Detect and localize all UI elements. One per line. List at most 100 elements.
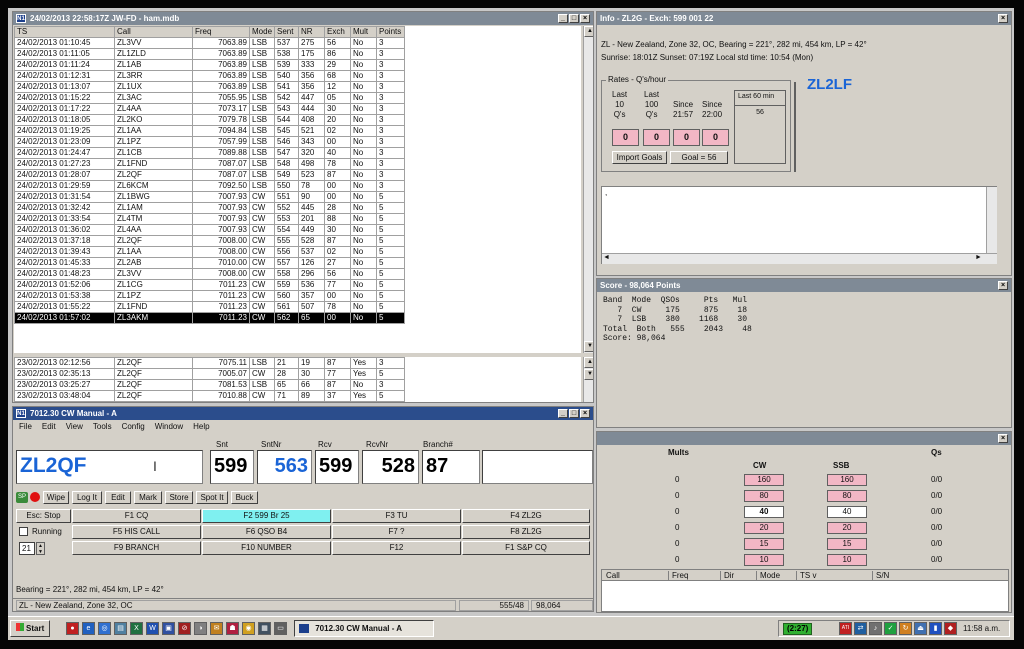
table-row[interactable]: 24/02/2013 01:53:38 ZL1PZ 7011.23 CW 560 357 0… <box>14 290 405 302</box>
spots-column-header[interactable]: TS v <box>796 571 816 580</box>
notes-hscroll[interactable]: ◄ ► <box>602 253 997 264</box>
ati-icon[interactable]: ATI <box>839 622 852 635</box>
close-icon[interactable]: × <box>998 434 1008 443</box>
log-window-titlebar[interactable]: N1 24/02/2013 22:58:17Z JW-FD - ham.mdb … <box>13 12 593 25</box>
dupe-grid[interactable]: 23/02/2013 02:12:56 ZL2QF 7075.11 LSB 21 19 87… <box>14 357 581 402</box>
maximize-icon[interactable]: □ <box>569 409 579 418</box>
f4-button[interactable]: F4 ZL2G <box>462 509 590 523</box>
column-header[interactable]: Sent <box>274 26 299 38</box>
menu-window[interactable]: Window <box>155 422 183 431</box>
close-icon[interactable]: × <box>580 14 590 23</box>
quicklaunch-icon-9[interactable]: ◑ <box>194 622 207 635</box>
table-row[interactable]: 24/02/2013 01:45:33 ZL2AB 7010.00 CW 557 126 2… <box>14 257 405 269</box>
quicklaunch-icon-1[interactable]: ● <box>66 622 79 635</box>
word-icon[interactable]: W <box>146 622 159 635</box>
table-row[interactable]: 24/02/2013 01:13:07 ZL1UX 7063.89 LSB 541 356… <box>14 81 405 93</box>
notes-textarea[interactable]: , ◄ ► <box>601 186 997 264</box>
menu-file[interactable]: File <box>19 422 32 431</box>
speed-spinner-icon[interactable]: ▲ ▼ <box>36 542 45 555</box>
sntnr-input[interactable]: 563 <box>257 450 312 484</box>
table-row[interactable]: 24/02/2013 01:27:23 ZL1FND 7087.07 LSB 548 49… <box>14 158 405 170</box>
minimize-icon[interactable]: _ <box>558 14 568 23</box>
mults-window-titlebar[interactable]: × <box>597 432 1011 445</box>
cw-band-box[interactable]: 160 <box>744 474 784 486</box>
table-row[interactable]: 24/02/2013 01:37:18 ZL2QF 7008.00 CW 555 528 8… <box>14 235 405 247</box>
scroll-right-icon[interactable]: ► <box>975 254 982 261</box>
table-row[interactable]: 24/02/2013 01:15:22 ZL3AC 7055.95 LSB 542 447… <box>14 92 405 104</box>
quicklaunch-icon-11[interactable]: ☗ <box>226 622 239 635</box>
tray-badge[interactable]: (2:27) <box>783 623 813 635</box>
wipe-button[interactable]: Wipe <box>43 491 69 504</box>
table-row[interactable]: 24/02/2013 01:12:31 ZL3RR 7063.89 LSB 540 356… <box>14 70 405 82</box>
rcv-input[interactable]: 599 <box>315 450 359 484</box>
speed-input[interactable]: 21 <box>19 542 35 555</box>
mark-button[interactable]: Mark <box>134 491 162 504</box>
cw-band-box[interactable]: 15 <box>744 538 784 550</box>
f12-button[interactable]: F12 <box>332 541 461 555</box>
branch-input[interactable]: 87 <box>422 450 480 484</box>
table-row[interactable]: 24/02/2013 01:11:05 ZL1ZLD 7063.89 LSB 538 17… <box>14 48 405 60</box>
f9-button[interactable]: F9 BRANCH <box>72 541 201 555</box>
table-row[interactable]: 24/02/2013 01:55:22 ZL1FND 7011.23 CW 561 507… <box>14 301 405 313</box>
update-icon[interactable]: ↻ <box>899 622 912 635</box>
ssb-band-box[interactable]: 20 <box>827 522 867 534</box>
table-row[interactable]: 24/02/2013 01:29:59 ZL6KCM 7092.50 LSB 550 78… <box>14 180 405 192</box>
menu-tools[interactable]: Tools <box>93 422 112 431</box>
spots-column-header[interactable]: Freq <box>668 571 688 580</box>
table-row[interactable]: 24/02/2013 01:31:54 ZL1BWG 7007.93 CW 551 90 0… <box>14 191 405 203</box>
cw-band-box[interactable]: 80 <box>744 490 784 502</box>
maximize-icon[interactable]: □ <box>569 14 579 23</box>
table-row[interactable]: 23/02/2013 03:25:27 ZL2QF 7081.53 LSB 65 66 87… <box>14 379 405 391</box>
column-header[interactable]: Points <box>376 26 405 38</box>
volume-icon[interactable]: ♪ <box>869 622 882 635</box>
quicklaunch-icon-8[interactable]: ⊘ <box>178 622 191 635</box>
table-row[interactable]: 23/02/2013 02:35:13 ZL2QF 7005.07 CW 28 30 77 Y… <box>14 368 405 380</box>
ssb-band-box[interactable]: 80 <box>827 490 867 502</box>
scroll-down-icon[interactable]: ▼ <box>584 341 593 352</box>
table-row[interactable]: 24/02/2013 01:10:45 ZL3VV 7063.89 LSB 537 275… <box>14 37 405 49</box>
buck-button[interactable]: Buck <box>231 491 258 504</box>
extra-input[interactable] <box>482 450 593 484</box>
table-row[interactable]: 24/02/2013 01:24:47 ZL1CB 7089.88 LSB 547 320… <box>14 147 405 159</box>
ssb-band-box[interactable]: 15 <box>827 538 867 550</box>
quicklaunch-icon-10[interactable]: ✉ <box>210 622 223 635</box>
close-icon[interactable]: × <box>998 281 1008 290</box>
spots-column-header[interactable]: S/N <box>872 571 889 580</box>
f6-button[interactable]: F6 QSO B4 <box>202 525 331 539</box>
quicklaunch-icon-7[interactable]: ▣ <box>162 622 175 635</box>
column-header[interactable]: NR <box>298 26 325 38</box>
cw-band-box[interactable]: 20 <box>744 522 784 534</box>
quicklaunch-icon-3[interactable]: ◎ <box>98 622 111 635</box>
start-button[interactable]: Start <box>10 620 50 637</box>
scroll-down-icon[interactable]: ▼ <box>584 369 593 380</box>
edit-button[interactable]: Edit <box>105 491 131 504</box>
rcvnr-input[interactable]: 528 <box>362 450 419 484</box>
running-checkbox[interactable] <box>19 527 28 536</box>
table-row[interactable]: 24/02/2013 01:19:25 ZL1AA 7094.84 LSB 545 521… <box>14 125 405 137</box>
table-row[interactable]: 24/02/2013 01:17:22 ZL4AA 7073.17 LSB 543 444… <box>14 103 405 115</box>
table-row[interactable]: 24/02/2013 01:57:02 ZL3AKM 7011.23 CW 562 65 0… <box>14 312 405 324</box>
spots-column-header[interactable]: Dir <box>720 571 734 580</box>
f2-button[interactable]: F2 599 Br 25 <box>202 509 331 523</box>
log-grid[interactable]: TS Call Freq Mode Sent NR Exch Mult Points 24/02/… <box>14 26 581 353</box>
snt-input[interactable]: 599 <box>210 450 254 484</box>
f3-button[interactable]: F3 TU <box>332 509 461 523</box>
table-row[interactable]: 24/02/2013 01:39:43 ZL1AA 7008.00 CW 556 537 0… <box>14 246 405 258</box>
f1-button[interactable]: F1 CQ <box>72 509 201 523</box>
column-header[interactable]: Mult <box>350 26 377 38</box>
quicklaunch-icon-2[interactable]: e <box>82 622 95 635</box>
log-scrollbar[interactable]: ▲ ▼ <box>583 26 593 353</box>
table-row[interactable]: 24/02/2013 01:23:09 ZL1PZ 7057.99 LSB 546 343… <box>14 136 405 148</box>
goal-button[interactable]: Goal = 56 <box>670 151 728 164</box>
f5-button[interactable]: F5 HIS CALL <box>72 525 201 539</box>
call-input[interactable]: ZL2QF I <box>16 450 203 484</box>
f7-button[interactable]: F7 ? <box>332 525 461 539</box>
quicklaunch-icon-4[interactable]: ▤ <box>114 622 127 635</box>
quicklaunch-icon-14[interactable]: ▭ <box>274 622 287 635</box>
table-row[interactable]: 23/02/2013 03:48:04 ZL2QF 7010.88 CW 71 89 37 Y… <box>14 390 405 402</box>
minimize-icon[interactable]: _ <box>558 409 568 418</box>
dupe-scrollbar[interactable]: ▲ ▼ <box>583 357 593 402</box>
close-icon[interactable]: × <box>580 409 590 418</box>
entry-window-titlebar[interactable]: N1 7012.30 CW Manual - A _ □ × <box>13 407 593 420</box>
import-goals-button[interactable]: Import Goals <box>612 151 667 164</box>
